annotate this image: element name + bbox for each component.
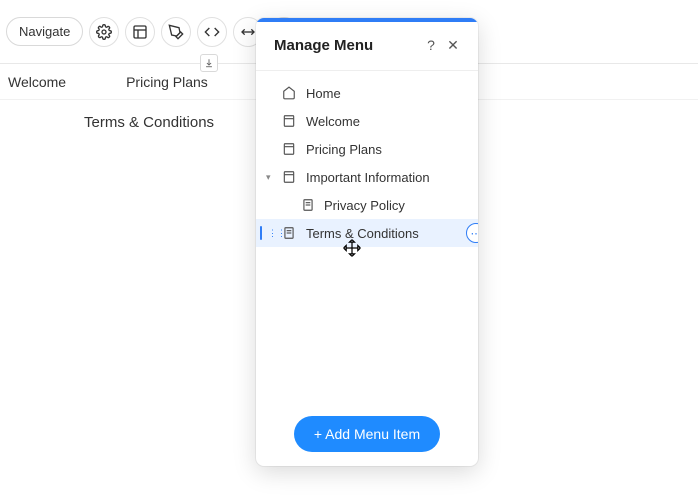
home-icon [280, 86, 298, 100]
layout-icon[interactable] [125, 17, 155, 47]
menu-item-home[interactable]: Home [256, 79, 478, 107]
menu-item-welcome[interactable]: Welcome [256, 107, 478, 135]
panel-title: Manage Menu [274, 37, 420, 54]
add-menu-item-button[interactable]: + Add Menu Item [294, 416, 440, 452]
menu-item-pricing[interactable]: Pricing Plans [256, 135, 478, 163]
navigate-button[interactable]: Navigate [6, 17, 83, 46]
menu-item-privacy[interactable]: Privacy Policy [256, 191, 478, 219]
gear-icon[interactable] [89, 17, 119, 47]
brush-icon[interactable] [161, 17, 191, 47]
menu-item-label: Important Information [306, 170, 430, 185]
download-icon[interactable] [200, 54, 218, 72]
panel-header: Manage Menu ? ✕ [256, 22, 478, 71]
menu-item-label: Pricing Plans [306, 142, 382, 157]
menu-item-important[interactable]: ▾ Important Information [256, 163, 478, 191]
panel-help-icon[interactable]: ? [420, 34, 442, 56]
chevron-down-icon[interactable]: ▾ [266, 172, 271, 183]
panel-footer: + Add Menu Item [256, 402, 478, 466]
nav-item-welcome[interactable]: Welcome [8, 74, 66, 90]
more-icon[interactable]: ⋯ [466, 223, 478, 243]
menu-item-terms[interactable]: ⋮⋮ Terms & Conditions ⋯ [256, 219, 478, 247]
code-icon[interactable] [197, 17, 227, 47]
menu-item-label: Privacy Policy [324, 198, 405, 213]
page-icon [280, 170, 298, 184]
page-icon [280, 114, 298, 128]
menu-item-label: Terms & Conditions [306, 226, 419, 241]
page-icon [280, 142, 298, 156]
close-icon[interactable]: ✕ [442, 34, 464, 56]
menu-item-label: Home [306, 86, 341, 101]
manage-menu-panel: Manage Menu ? ✕ Home Welcome Pricing Pla… [256, 18, 478, 466]
drag-handle-icon[interactable]: ⋮⋮ [268, 228, 286, 239]
menu-item-label: Welcome [306, 114, 360, 129]
page-icon [300, 198, 316, 212]
nav-item-pricing[interactable]: Pricing Plans [126, 74, 208, 90]
menu-list: Home Welcome Pricing Plans ▾ Important I… [256, 71, 478, 402]
